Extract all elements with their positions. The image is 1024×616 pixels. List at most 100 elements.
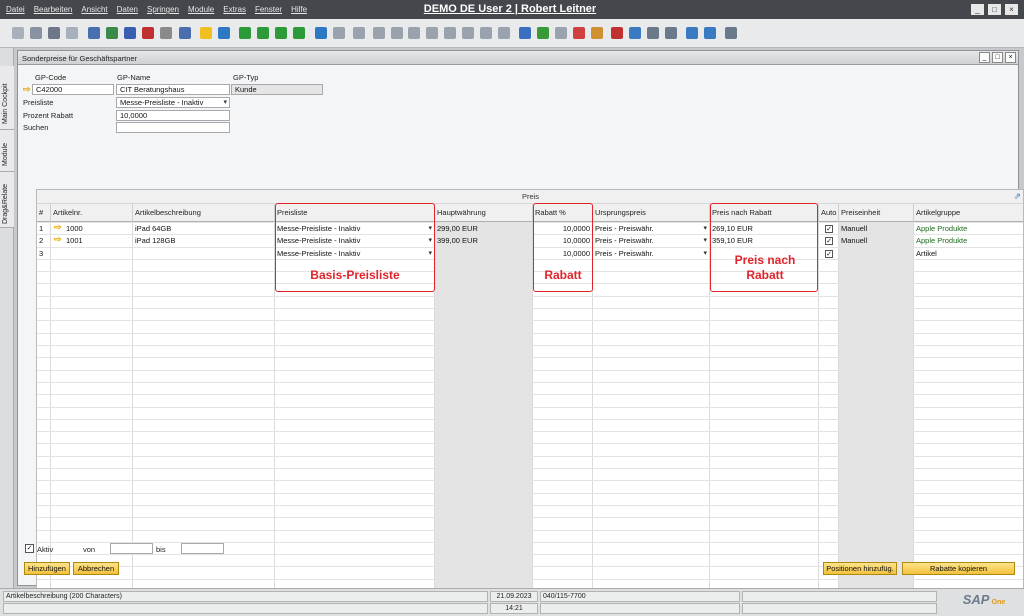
export-excel-icon[interactable]: [106, 27, 119, 39]
settings-icon[interactable]: [665, 27, 678, 39]
status-message: [3, 603, 488, 614]
menu-bar: Datei Bearbeiten Ansicht Daten Springen Modul…: [0, 0, 1024, 19]
auto-checkbox[interactable]: ✓: [825, 237, 833, 245]
special-prices-form: Sonderpreise für Geschäftspartner _ □ × …: [17, 50, 1024, 589]
expand-table-icon[interactable]: ⇗: [1013, 191, 1021, 202]
payment-means-icon[interactable]: [480, 27, 493, 39]
row-divider: [37, 456, 1023, 457]
export-word-icon[interactable]: [124, 27, 137, 39]
item-number-cell[interactable]: [64, 248, 132, 260]
origin-price-select-cell[interactable]: Preis - Preiswähr.: [593, 235, 709, 247]
target-document-icon[interactable]: [372, 27, 385, 39]
status-field-7: [742, 603, 937, 614]
drag-relate-icon[interactable]: [408, 27, 421, 39]
item-description-cell[interactable]: iPad 64GB: [133, 223, 275, 235]
header-col-preiseinheit[interactable]: Preiseinheit: [839, 204, 914, 222]
add-icon[interactable]: [218, 27, 231, 39]
link-arrow-icon[interactable]: ⇨: [23, 84, 31, 95]
header-col-beschreibung[interactable]: Artikelbeschreibung: [133, 204, 275, 222]
header-col-artikelgruppe[interactable]: Artikelgruppe: [914, 204, 1023, 222]
gross-profit-icon[interactable]: [462, 27, 475, 39]
related-document-icon[interactable]: [444, 27, 457, 39]
sms-icon[interactable]: [66, 27, 79, 39]
menu-item-ansicht[interactable]: Ansicht: [81, 5, 107, 14]
von-date-field[interactable]: [110, 543, 153, 554]
export-pdf-icon[interactable]: [142, 27, 155, 39]
print-icon[interactable]: [30, 27, 43, 39]
alerts-icon[interactable]: [572, 27, 585, 39]
journal-icon[interactable]: [426, 27, 439, 39]
item-description-cell[interactable]: iPad 128GB: [133, 235, 275, 247]
email-icon[interactable]: [48, 27, 61, 39]
add-positions-button[interactable]: Positionen hinzufüg.: [823, 562, 897, 575]
tab-module[interactable]: Module: [0, 130, 14, 172]
cancel-button[interactable]: Abbrechen: [73, 562, 119, 575]
tab-drag-relate[interactable]: Drag&Relate: [0, 172, 14, 228]
volume-weight-icon[interactable]: [498, 27, 511, 39]
lock-screen-icon[interactable]: [179, 27, 192, 39]
row-divider: [37, 333, 1023, 334]
suchen-field[interactable]: [116, 122, 230, 133]
header-col-artikelnr[interactable]: Artikelnr.: [51, 204, 133, 222]
form-minimize-button[interactable]: _: [979, 52, 990, 63]
bis-date-field[interactable]: [181, 543, 224, 554]
prozent-rabatt-field[interactable]: 10,0000: [116, 110, 230, 121]
browser-icon[interactable]: [685, 27, 698, 39]
message-icon[interactable]: [554, 27, 567, 39]
help-icon[interactable]: [703, 27, 716, 39]
find-icon[interactable]: [200, 27, 213, 39]
add-button[interactable]: Hinzufügen: [24, 562, 70, 575]
crystal-report-icon[interactable]: [611, 27, 624, 39]
last-record-icon[interactable]: [292, 27, 305, 39]
preisliste-select[interactable]: Messe-Preisliste - Inaktiv: [116, 97, 230, 108]
close-button[interactable]: ×: [1005, 4, 1018, 15]
item-number-cell[interactable]: 1001: [64, 235, 132, 247]
next-record-icon[interactable]: [274, 27, 287, 39]
menu-item-daten[interactable]: Daten: [117, 5, 138, 14]
calendar-icon[interactable]: [590, 27, 603, 39]
org-chart-icon[interactable]: [647, 27, 660, 39]
calculator-icon[interactable]: [724, 27, 737, 39]
copy-discounts-button[interactable]: Rabatte kopieren: [902, 562, 1015, 575]
add-row-icon[interactable]: [536, 27, 549, 39]
menu-item-springen[interactable]: Springen: [147, 5, 179, 14]
fax-icon[interactable]: [88, 27, 101, 39]
item-link-arrow-icon[interactable]: ⇨: [54, 222, 62, 233]
menu-item-module[interactable]: Module: [188, 5, 214, 14]
maximize-button[interactable]: □: [988, 4, 1001, 15]
header-col-num[interactable]: #: [37, 204, 51, 222]
group-header-preis: Preis: [37, 190, 1023, 204]
gp-name-field[interactable]: CIT Beratungshaus: [116, 84, 230, 95]
header-col-auto[interactable]: Auto: [819, 204, 839, 222]
item-number-cell[interactable]: 1000: [64, 223, 132, 235]
form-close-button[interactable]: ×: [1005, 52, 1016, 63]
header-col-hauptwaehrung[interactable]: Hauptwährung: [435, 204, 533, 222]
filter-icon[interactable]: [314, 27, 327, 39]
print-preview-icon[interactable]: [12, 27, 25, 39]
duplicate-icon[interactable]: [390, 27, 403, 39]
form-maximize-button[interactable]: □: [992, 52, 1003, 63]
item-description-cell[interactable]: [133, 248, 275, 260]
edit-icon[interactable]: [518, 27, 531, 39]
gp-code-field[interactable]: C42000: [32, 84, 114, 95]
menu-item-datei[interactable]: Datei: [6, 5, 25, 14]
auto-checkbox[interactable]: ✓: [825, 225, 833, 233]
launch-app-icon[interactable]: [160, 27, 173, 39]
origin-price-select-cell[interactable]: Preis - Preiswähr.: [593, 223, 709, 235]
tab-main-cockpit[interactable]: Main Cockpit: [0, 66, 14, 130]
header-col-ursprungspreis[interactable]: Ursprungspreis: [593, 204, 710, 222]
menu-item-hilfe[interactable]: Hilfe: [291, 5, 307, 14]
report-icon[interactable]: [629, 27, 642, 39]
origin-price-select-cell[interactable]: Preis - Preiswähr.: [593, 248, 709, 260]
base-document-icon[interactable]: [353, 27, 366, 39]
sort-icon[interactable]: [332, 27, 345, 39]
previous-record-icon[interactable]: [256, 27, 269, 39]
menu-item-bearbeiten[interactable]: Bearbeiten: [34, 5, 73, 14]
menu-item-fenster[interactable]: Fenster: [255, 5, 282, 14]
auto-checkbox[interactable]: ✓: [825, 250, 833, 258]
menu-item-extras[interactable]: Extras: [223, 5, 246, 14]
aktiv-checkbox[interactable]: ✓: [25, 544, 34, 553]
minimize-button[interactable]: _: [971, 4, 984, 15]
item-link-arrow-icon[interactable]: ⇨: [54, 234, 62, 245]
first-record-icon[interactable]: [238, 27, 251, 39]
